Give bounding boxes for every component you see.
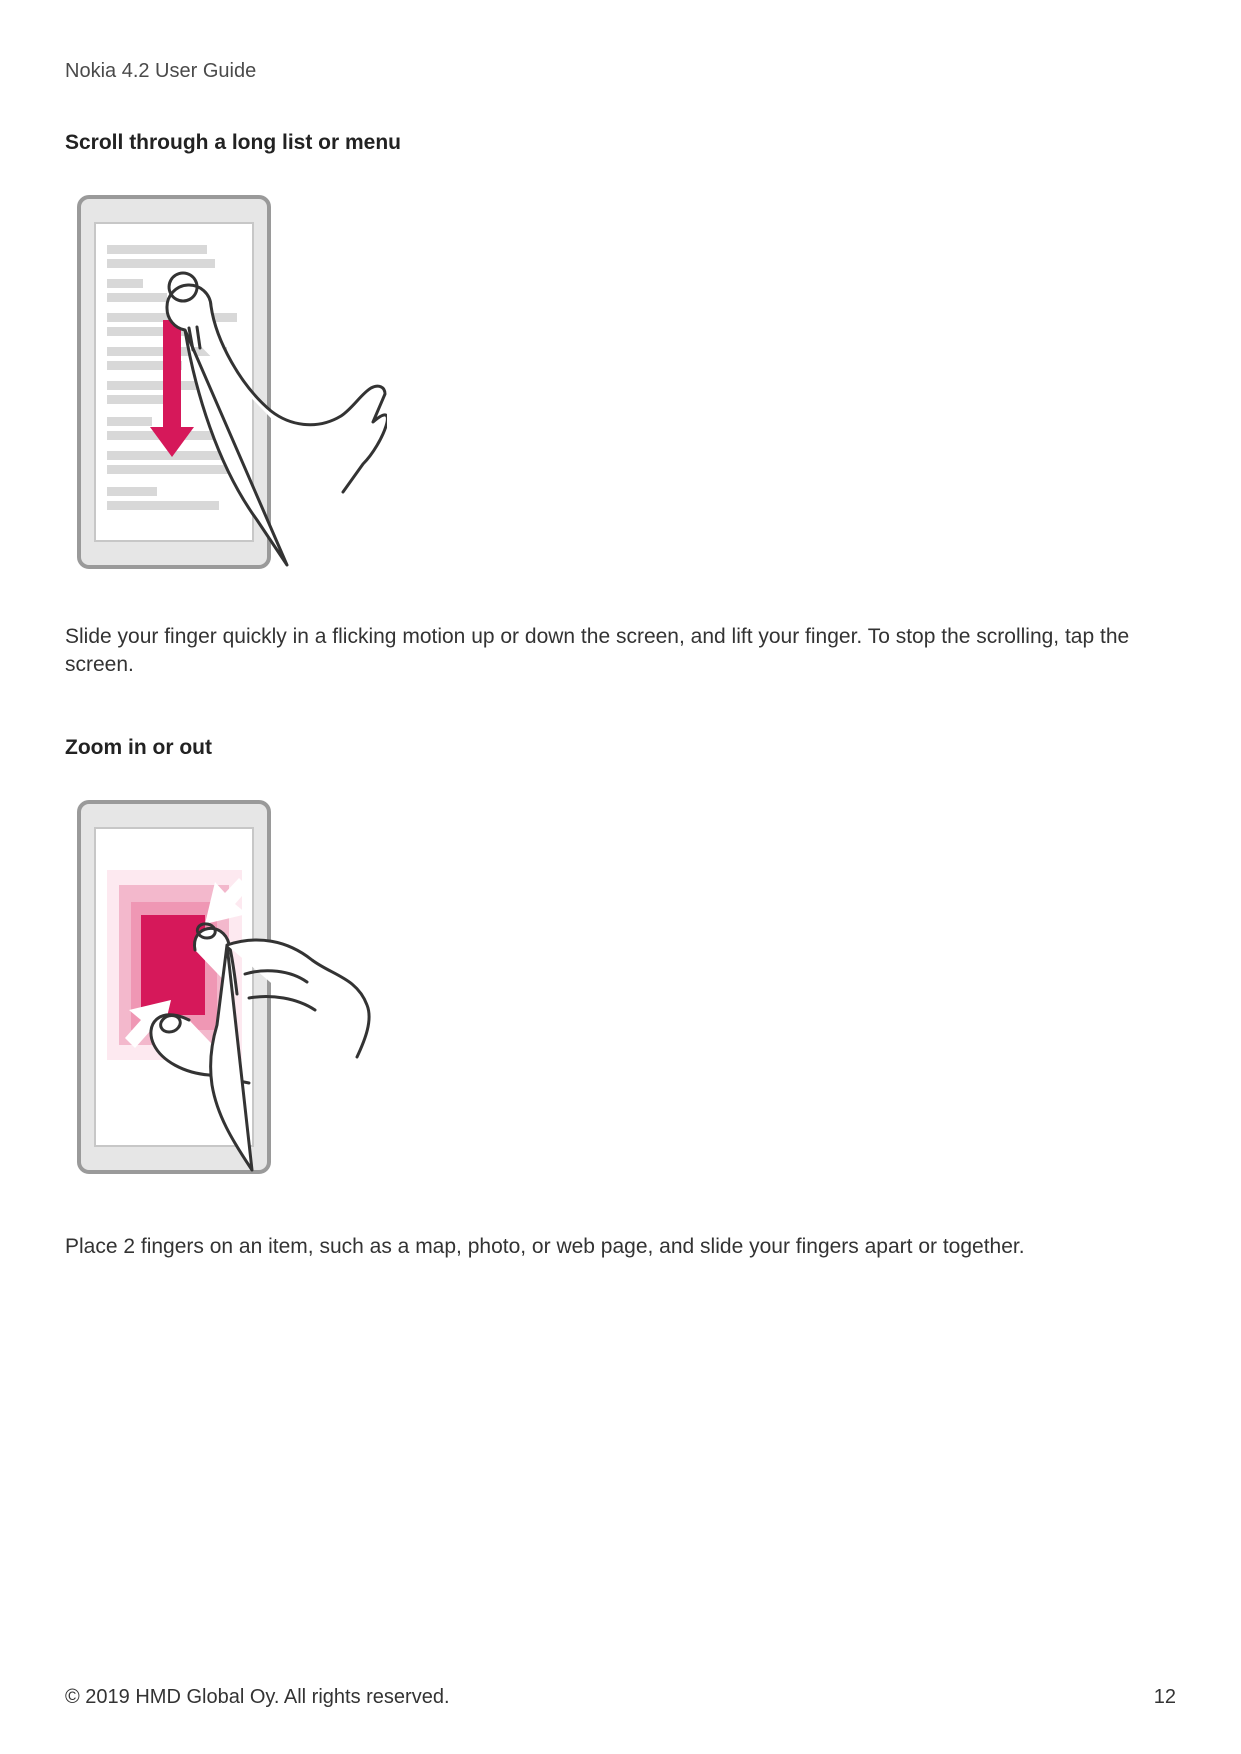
scroll-body-text: Slide your finger quickly in a flicking … xyxy=(65,623,1145,680)
document-page: Nokia 4.2 User Guide Scroll through a lo… xyxy=(0,0,1241,1754)
section-title-zoom: Zoom in or out xyxy=(65,736,1176,760)
scroll-gesture-icon xyxy=(77,195,387,570)
zoom-gesture-illustration xyxy=(77,800,1176,1185)
page-footer: © 2019 HMD Global Oy. All rights reserve… xyxy=(65,1686,1176,1709)
zoom-body-text: Place 2 fingers on an item, such as a ma… xyxy=(65,1233,1145,1261)
scroll-gesture-illustration xyxy=(77,195,1176,575)
zoom-gesture-icon xyxy=(77,800,377,1180)
section-title-scroll: Scroll through a long list or menu xyxy=(65,131,1176,155)
footer-page-number: 12 xyxy=(1154,1686,1176,1709)
footer-copyright: © 2019 HMD Global Oy. All rights reserve… xyxy=(65,1686,450,1709)
page-header: Nokia 4.2 User Guide xyxy=(65,60,1176,83)
